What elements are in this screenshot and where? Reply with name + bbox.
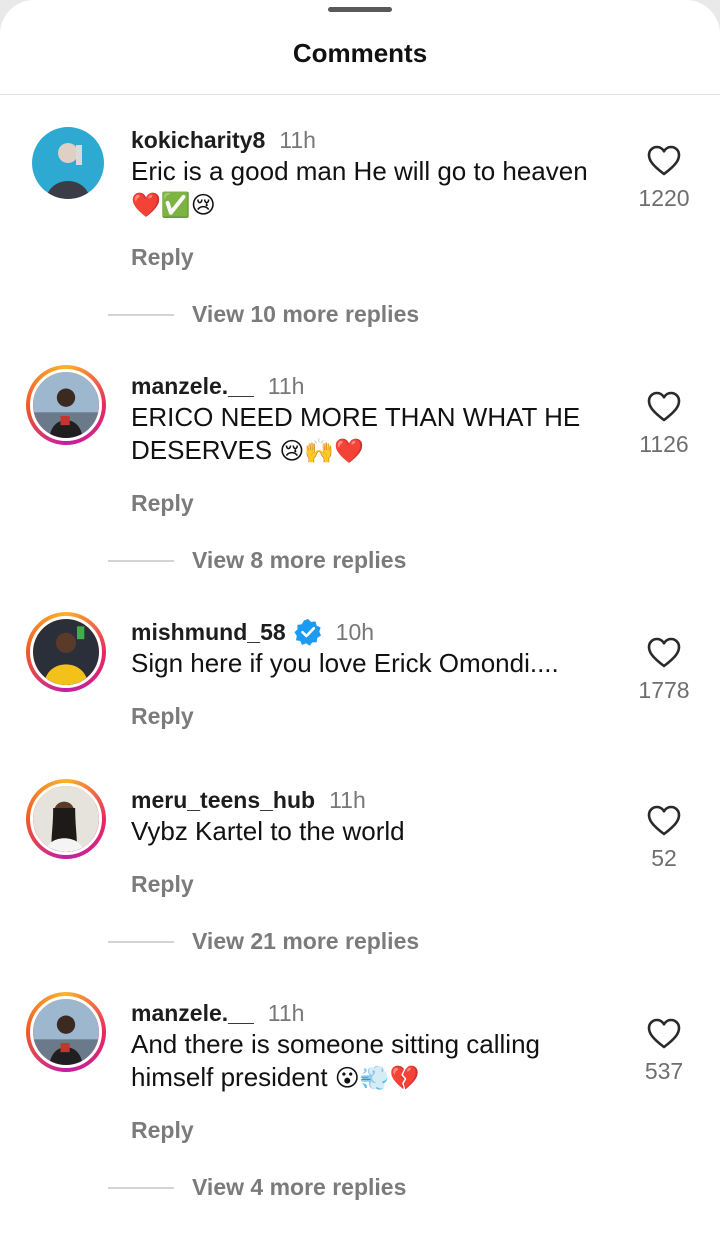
comment-time: 11h xyxy=(279,126,316,153)
comment-body: Sign here if you love Erick Omondi.... xyxy=(131,648,559,678)
sheet-title: Comments xyxy=(292,38,428,68)
heart-icon[interactable] xyxy=(647,637,681,669)
avatar-image xyxy=(33,619,99,685)
heart-icon[interactable] xyxy=(647,145,681,177)
reply-button[interactable]: Reply xyxy=(131,490,194,517)
avatar[interactable] xyxy=(32,127,104,199)
comment-text: ERICO NEED MORE THAN WHAT HE DESERVES 😢🙌… xyxy=(131,401,606,468)
verified-badge-icon xyxy=(294,619,321,646)
comment-text: And there is someone sitting calling him… xyxy=(131,1028,606,1095)
avatar-image xyxy=(33,786,99,852)
comment-text: Vybz Kartel to the world xyxy=(131,815,606,848)
comment-text: Eric is a good man He will go to heaven … xyxy=(131,155,606,222)
replies-divider-line xyxy=(108,1186,174,1189)
like-count: 1778 xyxy=(638,677,690,703)
comment-body: Vybz Kartel to the world xyxy=(131,816,405,846)
replies-divider-line xyxy=(108,559,174,562)
drag-handle[interactable] xyxy=(328,7,392,12)
comment-emojis: ❤️✅😢 xyxy=(131,191,216,219)
avatar[interactable] xyxy=(26,779,106,859)
view-replies-button[interactable]: View 10 more replies xyxy=(108,301,419,328)
header-divider xyxy=(0,94,720,95)
like-control[interactable]: 1778 xyxy=(622,637,706,704)
comment-time: 11h xyxy=(267,372,305,399)
comment-time: 11h xyxy=(267,999,305,1026)
heart-icon[interactable] xyxy=(647,1018,681,1050)
view-replies-button[interactable]: View 21 more replies xyxy=(108,928,419,955)
view-replies-label: View 10 more replies xyxy=(192,301,420,327)
like-control[interactable]: 537 xyxy=(622,1018,706,1085)
reply-button[interactable]: Reply xyxy=(131,871,194,898)
view-replies-label: View 4 more replies xyxy=(192,1174,407,1200)
like-control[interactable]: 52 xyxy=(622,805,706,872)
like-count: 52 xyxy=(651,845,677,871)
replies-divider-line xyxy=(108,940,174,943)
view-replies-label: View 8 more replies xyxy=(192,547,407,573)
replies-divider-line xyxy=(108,313,174,316)
avatar[interactable] xyxy=(26,612,106,692)
comment-username[interactable]: mishmund_58 xyxy=(131,619,286,646)
comment-text: Sign here if you love Erick Omondi.... xyxy=(131,647,606,680)
comment-body: Eric is a good man He will go to heaven xyxy=(131,156,588,186)
reply-button[interactable]: Reply xyxy=(131,703,194,730)
like-control[interactable]: 1126 xyxy=(622,391,706,458)
comment-username[interactable]: kokicharity8 xyxy=(131,127,265,154)
avatar-image xyxy=(33,999,99,1065)
comment-emojis: 😮💨💔 xyxy=(334,1064,420,1092)
like-count: 1220 xyxy=(638,185,690,211)
view-replies-button[interactable]: View 4 more replies xyxy=(108,1174,406,1201)
comment-emojis: 😢🙌❤️ xyxy=(279,437,365,465)
reply-button[interactable]: Reply xyxy=(131,1117,194,1144)
comment-username[interactable]: meru_teens_hub xyxy=(131,787,315,814)
reply-button[interactable]: Reply xyxy=(131,244,194,271)
heart-icon[interactable] xyxy=(647,805,681,837)
view-replies-label: View 21 more replies xyxy=(192,928,420,954)
like-count: 1126 xyxy=(639,431,689,457)
avatar[interactable] xyxy=(26,365,106,445)
avatar-image xyxy=(33,372,99,438)
heart-icon[interactable] xyxy=(647,391,681,423)
comment-username[interactable]: manzele.__ xyxy=(131,1000,254,1027)
comment-username[interactable]: manzele.__ xyxy=(131,373,254,400)
like-control[interactable]: 1220 xyxy=(622,145,706,212)
avatar-image xyxy=(32,127,104,199)
comment-time: 10h xyxy=(335,618,375,645)
comments-sheet: Comments kokicharity8 11h Eric is a good… xyxy=(0,0,720,1235)
like-count: 537 xyxy=(644,1058,684,1084)
view-replies-button[interactable]: View 8 more replies xyxy=(108,547,406,574)
avatar[interactable] xyxy=(26,992,106,1072)
comment-time: 11h xyxy=(329,786,366,813)
